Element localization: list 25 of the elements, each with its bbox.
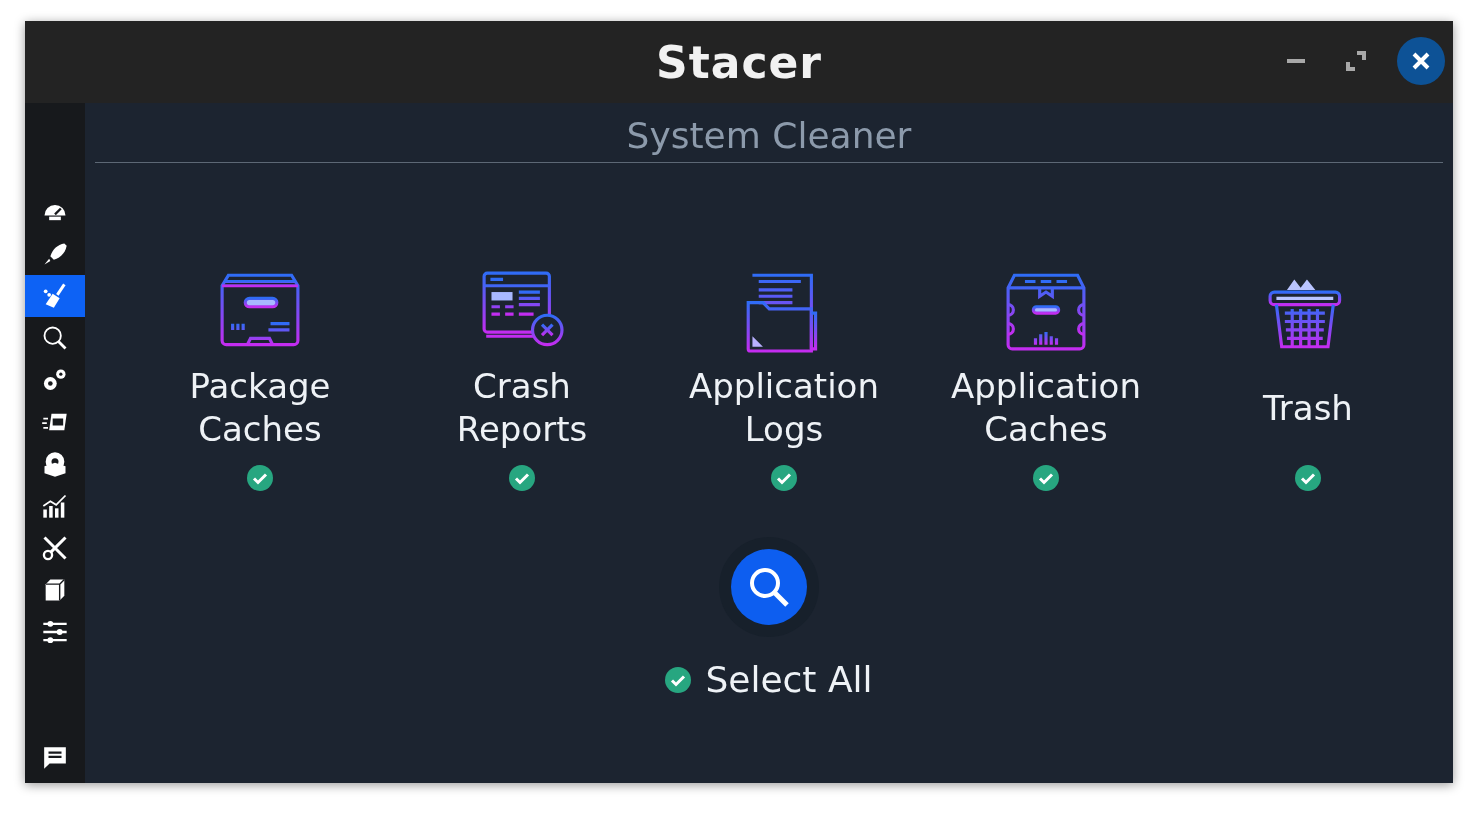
- category-label: Crash Reports: [455, 365, 589, 451]
- page-title: System Cleaner: [626, 115, 912, 156]
- check-icon[interactable]: [665, 666, 692, 693]
- check-icon[interactable]: [771, 465, 797, 491]
- check-icon[interactable]: [1033, 465, 1059, 491]
- category-label: Trash: [1262, 386, 1354, 430]
- check-icon[interactable]: [247, 465, 273, 491]
- sliders-icon: [41, 618, 69, 646]
- bar-chart-icon: [41, 492, 69, 520]
- category-label: Package Caches: [188, 365, 332, 451]
- category-label: Application Logs: [688, 365, 880, 451]
- check-icon[interactable]: [509, 465, 535, 491]
- cache-box-icon: [1006, 271, 1086, 351]
- chat-icon[interactable]: [42, 745, 68, 771]
- search-icon: [41, 324, 69, 352]
- window-title: Stacer: [655, 36, 822, 88]
- search-icon: [747, 565, 791, 609]
- check-icon[interactable]: [1295, 465, 1321, 491]
- minimize-icon: [1287, 59, 1305, 63]
- maximize-icon: [1346, 51, 1366, 71]
- close-button[interactable]: [1397, 37, 1445, 85]
- select-all-label: Select All: [705, 659, 873, 700]
- category-label: Application Caches: [950, 365, 1142, 451]
- close-icon: [1412, 52, 1430, 70]
- scan-button[interactable]: [731, 549, 807, 625]
